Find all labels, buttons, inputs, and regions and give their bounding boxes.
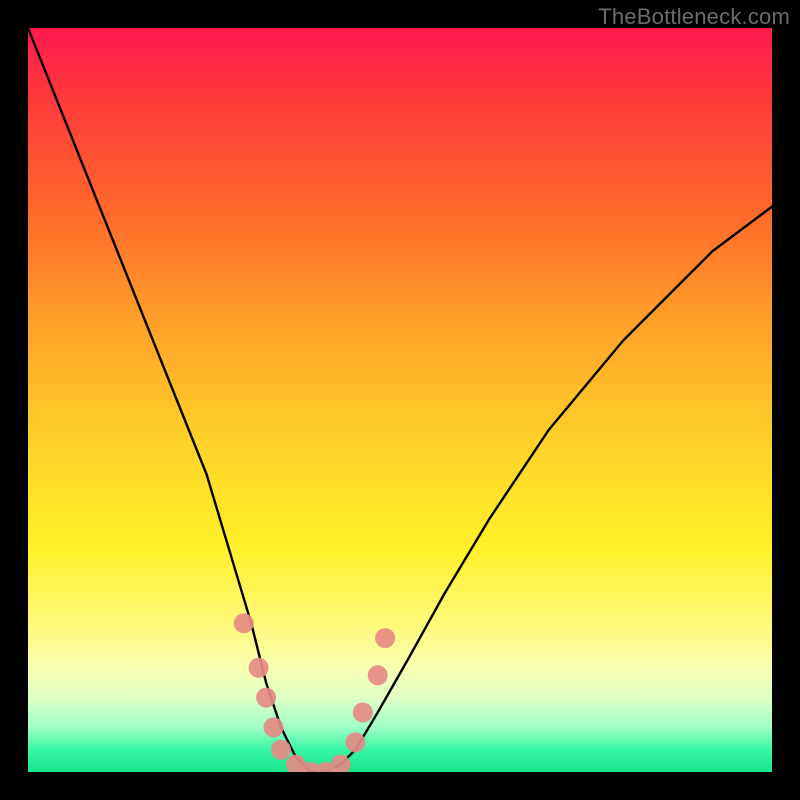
watermark-text: TheBottleneck.com: [598, 4, 790, 30]
bottleneck-curve: [28, 28, 772, 772]
highlight-dot: [234, 613, 254, 633]
highlight-dot: [271, 740, 291, 760]
highlight-dot: [264, 717, 284, 737]
highlight-dots-group: [234, 613, 395, 772]
highlight-dot: [375, 628, 395, 648]
bottleneck-curve-svg: [28, 28, 772, 772]
highlight-dot: [256, 688, 276, 708]
chart-frame: TheBottleneck.com: [0, 0, 800, 800]
highlight-dot: [368, 665, 388, 685]
highlight-dot: [249, 658, 269, 678]
highlight-dot: [345, 732, 365, 752]
chart-plot-area: [28, 28, 772, 772]
highlight-dot: [353, 703, 373, 723]
